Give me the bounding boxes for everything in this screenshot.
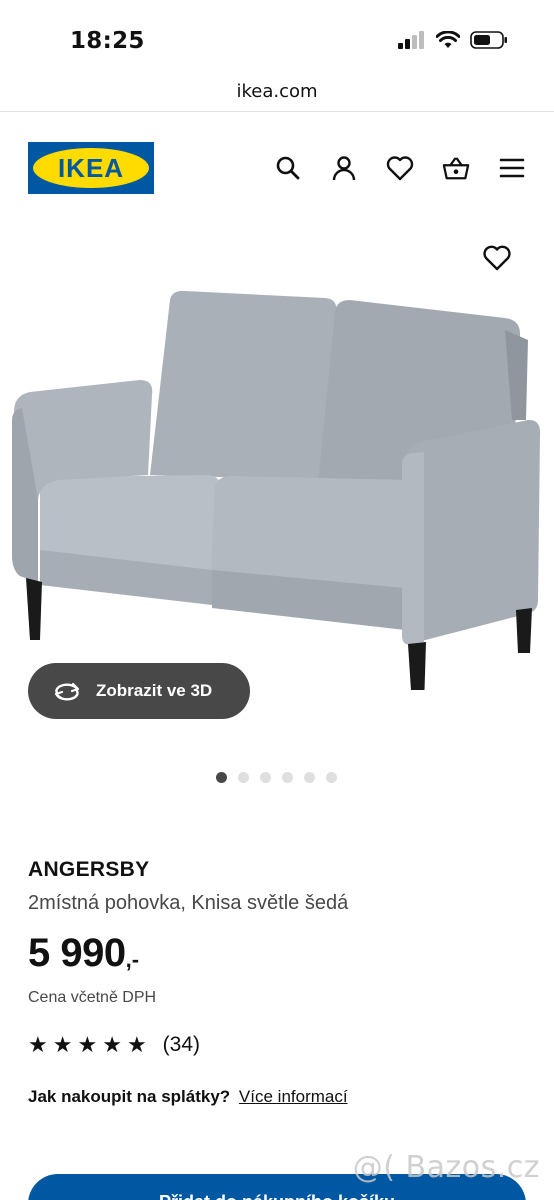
search-icon[interactable]: [274, 154, 302, 182]
star-icon: ★: [28, 1032, 48, 1057]
gallery-dot[interactable]: [303, 772, 315, 783]
heart-icon[interactable]: [386, 154, 414, 182]
sofa-image: [12, 290, 541, 690]
gallery-dot[interactable]: [281, 772, 293, 783]
rating-stars: ★ ★ ★ ★ ★: [28, 1034, 147, 1056]
gallery-pagination: [0, 772, 554, 783]
status-bar: 18:25: [0, 0, 554, 80]
signal-icon: [398, 31, 424, 49]
bazos-watermark: @( Bazos.cz: [352, 1150, 540, 1185]
product-description: 2místná pohovka, Knisa světle šedá: [28, 892, 349, 914]
rating-row[interactable]: ★ ★ ★ ★ ★ (34): [28, 1033, 528, 1057]
view-3d-button[interactable]: Zobrazit ve 3D: [28, 663, 250, 719]
rotate-3d-icon: [54, 682, 80, 701]
gallery-dot[interactable]: [325, 772, 337, 783]
basket-icon[interactable]: [442, 154, 470, 182]
star-icon: ★: [52, 1032, 73, 1057]
header-icons: [274, 154, 526, 182]
installment-more-info-link[interactable]: Více informací: [239, 1087, 348, 1106]
star-icon: ★: [126, 1032, 147, 1057]
account-icon[interactable]: [330, 154, 358, 182]
battery-icon: [470, 31, 507, 49]
ikea-logo[interactable]: IKEA: [28, 142, 154, 194]
price-row: 5 990 ,-: [28, 931, 528, 975]
wifi-icon: [436, 31, 460, 48]
address-bar[interactable]: ikea.com: [0, 80, 554, 112]
logo-text: IKEA: [57, 152, 125, 183]
installment-question: Jak nakoupit na splátky?: [28, 1087, 231, 1106]
star-icon: ★: [77, 1032, 98, 1057]
vat-note: Cena včetně DPH: [28, 989, 157, 1006]
review-count: (34): [162, 1033, 201, 1056]
installment-row: Jak nakoupit na splátky? Více informací: [28, 1087, 528, 1107]
gallery-dot[interactable]: [215, 772, 227, 783]
view-3d-label: Zobrazit ve 3D: [96, 681, 213, 700]
status-time: 18:25: [70, 28, 145, 54]
product-gallery[interactable]: Zobrazit ve 3D: [0, 230, 554, 790]
star-icon: ★: [102, 1032, 122, 1057]
product-info: ANGERSBY 2místná pohovka, Knisa světle š…: [28, 858, 528, 1107]
gallery-dot[interactable]: [259, 772, 271, 783]
logo-ellipse: IKEA: [33, 148, 149, 188]
url-text: ikea.com: [236, 81, 318, 102]
price-value: 5 990: [28, 931, 126, 975]
site-header: IKEA: [0, 112, 554, 222]
gallery-dot[interactable]: [237, 772, 249, 783]
product-name: ANGERSBY: [28, 858, 150, 881]
menu-icon[interactable]: [498, 154, 526, 182]
price-suffix: ,-: [125, 947, 140, 972]
status-icons: [398, 31, 508, 49]
